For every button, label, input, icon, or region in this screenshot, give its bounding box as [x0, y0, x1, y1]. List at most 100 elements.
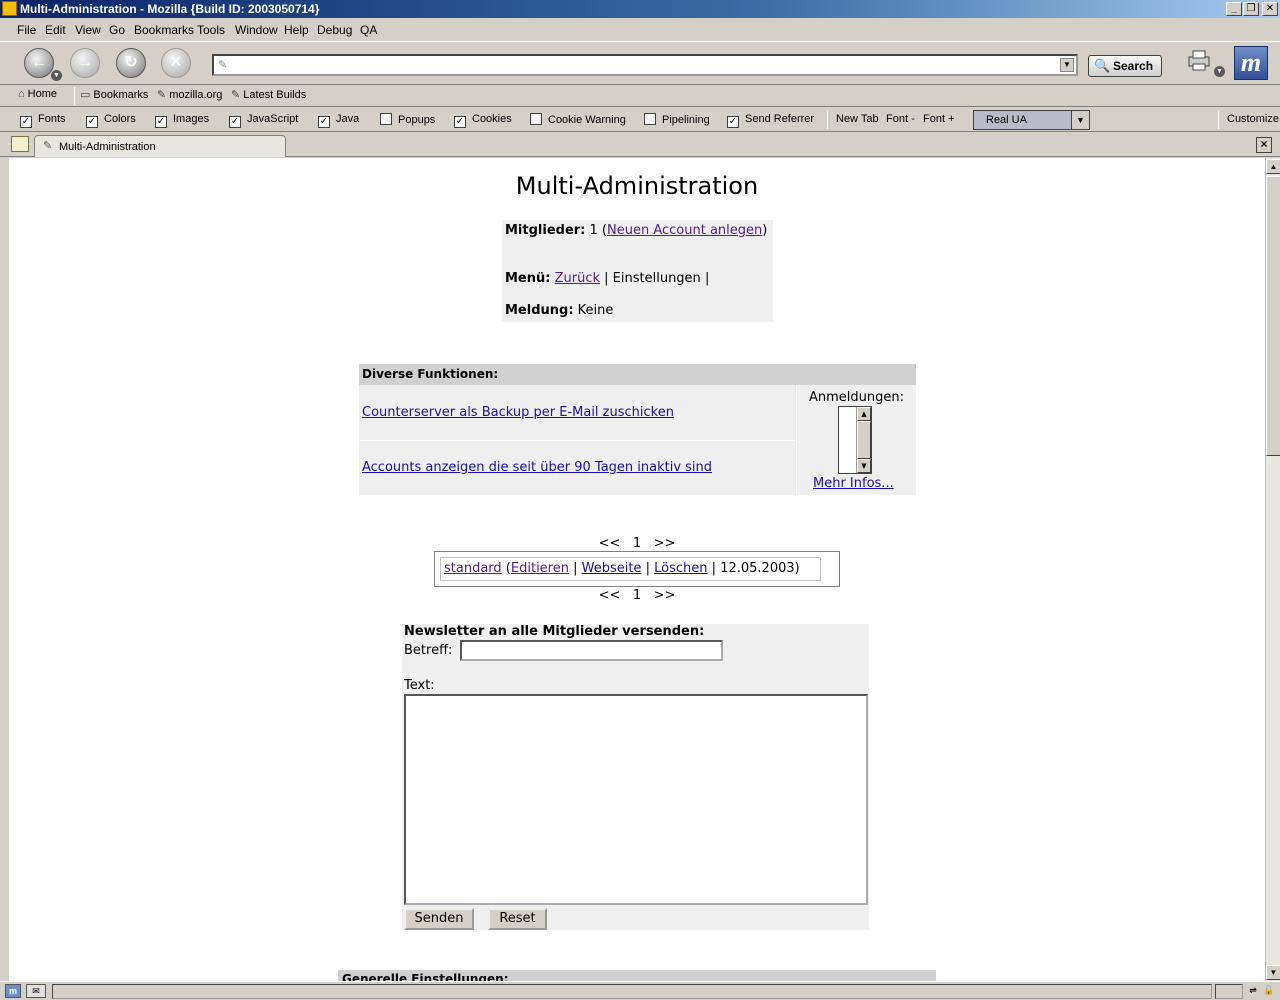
- progress-panel: [1215, 984, 1243, 999]
- font-minus-button[interactable]: Font -: [886, 113, 915, 125]
- inactive-accounts-link[interactable]: Accounts anzeigen die seit über 90 Tagen…: [362, 460, 712, 475]
- back-link[interactable]: Zurück: [555, 271, 600, 286]
- page-proxy-icon: ✎: [218, 59, 228, 71]
- customize-button[interactable]: Customize: [1227, 113, 1279, 125]
- entry-name-link[interactable]: standard: [444, 561, 502, 576]
- menu-tools[interactable]: Tools: [197, 23, 225, 37]
- general-settings-header: Generelle Einstellungen:: [338, 970, 936, 981]
- forward-button[interactable]: →: [70, 48, 100, 78]
- new-tab-button[interactable]: New Tab: [836, 113, 879, 125]
- toolbar-separator: [1218, 111, 1219, 129]
- scroll-up-icon[interactable]: ▲: [1266, 159, 1280, 174]
- send-button[interactable]: Senden: [404, 908, 474, 930]
- page-scrollbar[interactable]: ▲ ▼: [1265, 158, 1280, 981]
- newsletter-text-area[interactable]: [404, 694, 868, 905]
- latest-builds-link[interactable]: ✎ Latest Builds: [231, 88, 306, 101]
- checkbox-label: Images: [173, 113, 210, 125]
- scroll-down-icon[interactable]: ▼: [857, 459, 871, 473]
- menu-row: Menü: Zurück | Einstellungen |: [505, 271, 709, 286]
- pager-bottom: << 1 >>: [9, 588, 1265, 603]
- settings-text: Einstellungen: [612, 271, 701, 286]
- reload-icon: ↻: [124, 54, 138, 71]
- close-tab-icon[interactable]: ×: [1256, 137, 1272, 153]
- menu-bar: File Edit View Go Bookmarks Tools Window…: [0, 19, 1280, 41]
- registrations-listbox[interactable]: ▲ ▼: [838, 406, 872, 474]
- checkbox-send-referrer[interactable]: ✓ Send Referrer: [727, 113, 814, 128]
- print-icon[interactable]: [1186, 48, 1214, 72]
- new-tab-icon[interactable]: [11, 136, 29, 152]
- menu-view[interactable]: View: [75, 23, 101, 37]
- menu-help[interactable]: Help: [284, 23, 309, 37]
- functions-table: Diverse Funktionen: Counterserver als Ba…: [359, 364, 916, 495]
- back-history-dropdown-icon[interactable]: ▼: [51, 70, 62, 81]
- menu-bookmarks[interactable]: Bookmarks: [134, 23, 194, 37]
- checkbox-icon: ✓: [229, 116, 241, 128]
- toolbar-separator: [827, 111, 828, 129]
- delete-link[interactable]: Löschen: [654, 561, 707, 576]
- menu-go[interactable]: Go: [109, 23, 125, 37]
- mozilla-status-icon[interactable]: m: [5, 984, 21, 998]
- new-account-link[interactable]: Neuen Account anlegen: [607, 223, 762, 238]
- checkbox-javascript[interactable]: ✓ JavaScript: [229, 113, 298, 128]
- info-box: Mitglieder: 1 (Neuen Account anlegen) Me…: [502, 220, 773, 322]
- restore-button[interactable]: ❐: [1243, 2, 1259, 16]
- close-window-button[interactable]: ✕: [1262, 2, 1278, 16]
- back-button[interactable]: ←: [24, 48, 54, 78]
- checkbox-icon: ✓: [20, 116, 32, 128]
- scroll-down-icon[interactable]: ▼: [1266, 965, 1280, 980]
- menu-edit[interactable]: Edit: [45, 23, 66, 37]
- scroll-thumb[interactable]: [857, 421, 871, 459]
- url-history-dropdown-icon[interactable]: ▼: [1060, 58, 1074, 72]
- checkbox-cookies[interactable]: ✓ Cookies: [454, 113, 512, 128]
- backup-email-link[interactable]: Counterserver als Backup per E-Mail zusc…: [362, 405, 674, 420]
- url-input[interactable]: [214, 56, 1044, 74]
- menu-debug[interactable]: Debug: [317, 23, 352, 37]
- stop-button[interactable]: ✕: [161, 48, 191, 78]
- checkbox-fonts[interactable]: ✓ Fonts: [20, 113, 66, 128]
- checkbox-icon: ✓: [454, 116, 466, 128]
- website-link[interactable]: Webseite: [582, 561, 642, 576]
- text-label: Text:: [404, 678, 435, 693]
- menu-qa[interactable]: QA: [360, 23, 377, 37]
- reset-button[interactable]: Reset: [488, 908, 547, 930]
- pager-page: 1: [632, 536, 642, 551]
- checkbox-cookie-warning[interactable]: Cookie Warning: [530, 113, 626, 126]
- checkbox-images[interactable]: ✓ Images: [155, 113, 209, 128]
- component-bar-icon[interactable]: ✉: [26, 984, 46, 998]
- useragent-select[interactable]: Real UA ▼: [973, 110, 1090, 130]
- scroll-up-icon[interactable]: ▲: [857, 407, 871, 421]
- search-icon: 🔍: [1094, 58, 1111, 73]
- menu-window[interactable]: Window: [235, 23, 278, 37]
- home-button[interactable]: ⌂ Home: [18, 88, 57, 100]
- mozilla-org-link[interactable]: ✎ mozilla.org: [157, 88, 222, 101]
- prefbar-toolbar: ✓ Fonts ✓ Colors ✓ Images ✓ JavaScript ✓ Java…: [0, 108, 1280, 132]
- entry-separator: |: [645, 561, 651, 576]
- scroll-thumb[interactable]: [1266, 176, 1280, 456]
- print-dropdown-icon[interactable]: ▼: [1214, 66, 1225, 77]
- online-icon[interactable]: ⇌: [1246, 984, 1260, 998]
- search-button[interactable]: 🔍 Search: [1088, 55, 1162, 77]
- checkbox-label: Send Referrer: [745, 113, 815, 125]
- mozilla-logo[interactable]: m: [1234, 46, 1268, 80]
- tab-multi-administration[interactable]: ✎ Multi-Administration: [34, 135, 286, 157]
- minimize-button[interactable]: _: [1226, 2, 1242, 16]
- menu-file[interactable]: File: [17, 23, 36, 37]
- subject-input[interactable]: [460, 640, 723, 661]
- checkbox-pipelining[interactable]: Pipelining: [644, 113, 710, 126]
- url-bar[interactable]: ✎ ▼: [212, 54, 1078, 76]
- checkbox-java[interactable]: ✓ Java: [318, 113, 359, 128]
- sidebar-grippy[interactable]: [0, 158, 9, 981]
- listbox-scrollbar[interactable]: ▲ ▼: [856, 407, 871, 473]
- font-plus-button[interactable]: Font +: [923, 113, 955, 125]
- entry-separator: |: [573, 561, 578, 576]
- tab-bar: ✎ Multi-Administration ×: [0, 133, 1280, 157]
- checkbox-icon: ✓: [86, 116, 98, 128]
- reload-button[interactable]: ↻: [116, 48, 146, 78]
- checkbox-icon: ✓: [318, 116, 330, 128]
- bookmarks-button[interactable]: ▭ Bookmarks: [80, 88, 148, 101]
- checkbox-popups[interactable]: Popups: [380, 113, 435, 126]
- edit-link[interactable]: Editieren: [511, 561, 569, 576]
- registrations-label: Anmeldungen:: [809, 390, 905, 405]
- checkbox-colors[interactable]: ✓ Colors: [86, 113, 136, 128]
- more-info-link[interactable]: Mehr Infos...: [813, 476, 894, 491]
